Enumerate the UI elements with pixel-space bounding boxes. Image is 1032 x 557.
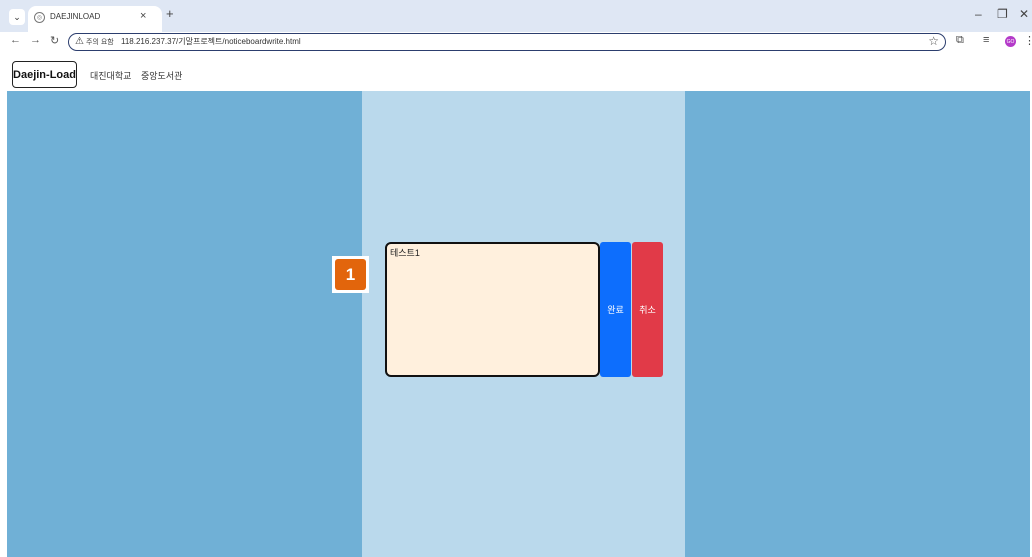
minimize-icon[interactable]: – bbox=[975, 7, 982, 21]
url-text[interactable]: 118.216.237.37/기말프로젝트/noticeboardwrite.h… bbox=[121, 36, 301, 47]
annotation-badge: 1 bbox=[332, 256, 369, 293]
browser-tab-strip: ⌄ ◎ DAEJINLOAD × + – ❐ ✕ bbox=[0, 0, 1032, 32]
new-tab-button[interactable]: + bbox=[166, 6, 174, 21]
security-warning-text[interactable]: 주의 요함 bbox=[86, 37, 114, 47]
notice-content-textarea[interactable]: 테스트1 bbox=[385, 242, 600, 377]
nav-link-daejin-university[interactable]: 대진대학교 bbox=[90, 69, 131, 82]
restore-icon[interactable]: ❐ bbox=[997, 7, 1008, 21]
puzzle-icon[interactable]: ⧉ bbox=[956, 34, 964, 47]
close-window-icon[interactable]: ✕ bbox=[1019, 7, 1029, 21]
cancel-button[interactable]: 취소 bbox=[632, 242, 663, 377]
avatar[interactable]: GO bbox=[1005, 36, 1016, 47]
site-logo-button[interactable]: Daejin-Load bbox=[12, 61, 77, 88]
site-header: Daejin-Load 대진대학교 중앙도서관 bbox=[0, 52, 1032, 91]
tab-title: DAEJINLOAD bbox=[50, 12, 101, 21]
kebab-menu-icon[interactable]: ⋮ bbox=[1024, 34, 1032, 47]
nav-link-central-library[interactable]: 중앙도서관 bbox=[141, 69, 182, 82]
chevron-down-icon[interactable]: ⌄ bbox=[9, 9, 25, 25]
close-tab-icon[interactable]: × bbox=[140, 10, 146, 22]
done-button[interactable]: 완료 bbox=[600, 242, 631, 377]
warning-icon[interactable]: ⚠ bbox=[75, 36, 84, 47]
annotation-number: 1 bbox=[335, 259, 366, 290]
forward-arrow-icon[interactable]: → bbox=[30, 34, 41, 46]
back-arrow-icon[interactable]: ← bbox=[10, 34, 21, 46]
browser-toolbar: ← → ↻ ⚠ 주의 요함 118.216.237.37/기말프로젝트/noti… bbox=[0, 32, 1032, 52]
reading-list-icon[interactable]: ≡ bbox=[983, 34, 989, 46]
address-bar[interactable]: ⚠ 주의 요함 118.216.237.37/기말프로젝트/noticeboar… bbox=[68, 33, 946, 51]
browser-tab[interactable]: ◎ DAEJINLOAD × bbox=[28, 6, 162, 32]
globe-icon: ◎ bbox=[34, 12, 45, 23]
star-icon[interactable]: ☆ bbox=[928, 34, 939, 48]
reload-icon[interactable]: ↻ bbox=[50, 34, 59, 47]
